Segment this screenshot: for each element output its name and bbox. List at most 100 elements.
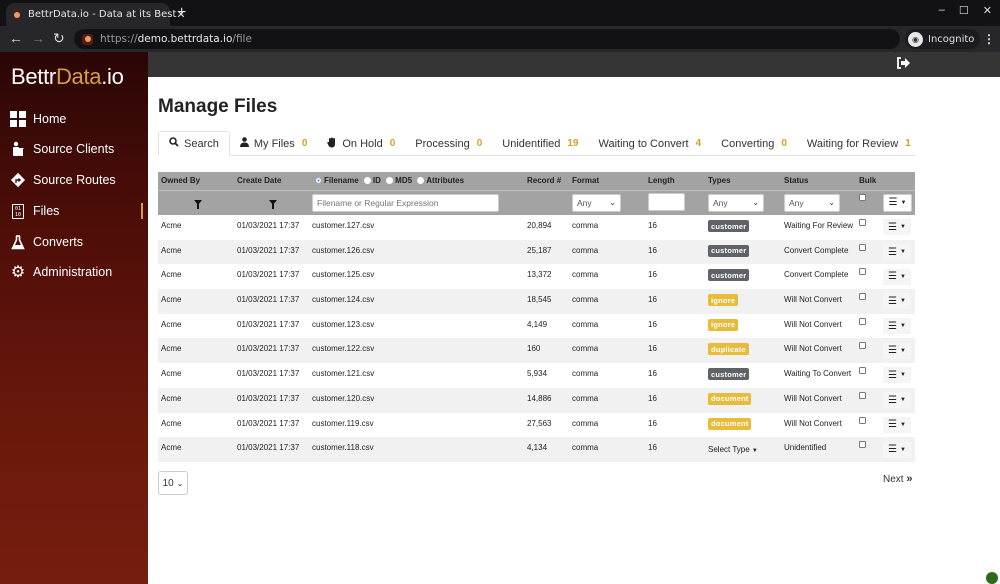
tab-waiting-to-convert[interactable]: Waiting to Convert 4 <box>589 131 712 156</box>
new-tab-icon[interactable]: + <box>177 4 186 22</box>
header-record-count[interactable]: Record # <box>524 172 569 191</box>
sidebar-item-home[interactable]: Home <box>0 107 148 131</box>
chevron-down-icon: ⌄ <box>752 198 759 208</box>
bulk-actions-menu-button[interactable]: ☰ ▼ <box>883 193 912 212</box>
sidebar-item-source-routes[interactable]: Source Routes <box>0 168 148 192</box>
row-actions-menu-button[interactable]: ☰ ▼ <box>883 268 911 285</box>
browser-tab[interactable]: BettrData.io - Data at its Best ✕ <box>6 3 186 26</box>
bulk-select-all-checkbox[interactable] <box>859 193 866 201</box>
sidebar-item-source-clients[interactable]: Source Clients <box>0 137 148 161</box>
cell-filename[interactable]: customer.125.csv <box>309 264 524 289</box>
sidebar-item-converts[interactable]: Converts <box>0 230 148 254</box>
cell-filename[interactable]: customer.119.csv <box>309 413 524 438</box>
tab-converting[interactable]: Converting 0 <box>711 131 797 156</box>
browser-menu-icon[interactable]: ⋮ <box>983 32 995 46</box>
header-status[interactable]: Status <box>781 172 856 191</box>
header-length[interactable]: Length <box>645 172 705 191</box>
search-mode-md5[interactable]: MD5 <box>383 176 412 185</box>
tab-my-files[interactable]: My Files 0 <box>230 131 318 156</box>
caret-down-icon: ▼ <box>900 446 906 453</box>
row-actions-menu-button[interactable]: ☰ ▼ <box>883 293 911 310</box>
row-actions-menu-button[interactable]: ☰ ▼ <box>883 441 911 458</box>
next-page-link[interactable]: Next » <box>883 473 912 485</box>
sidebar-item-administration[interactable]: ⚙ Administration <box>0 260 148 284</box>
row-actions-menu-button[interactable]: ☰ ▼ <box>883 416 911 433</box>
type-badge[interactable]: customer <box>708 220 750 232</box>
type-badge[interactable]: duplicate <box>708 343 749 356</box>
length-filter-input[interactable] <box>648 192 685 211</box>
radio-md5[interactable] <box>386 177 394 185</box>
radio-id[interactable] <box>363 177 371 185</box>
type-badge[interactable]: ignore <box>708 318 739 331</box>
cell-filename[interactable]: customer.124.csv <box>309 289 524 314</box>
radio-attributes[interactable] <box>417 177 425 185</box>
tab-on-hold[interactable]: On Hold 0 <box>317 131 405 156</box>
filename-search-input[interactable] <box>312 193 499 212</box>
types-filter-select[interactable]: Any ⌄ <box>708 193 764 212</box>
row-actions-menu-button[interactable]: ☰ ▼ <box>883 219 911 236</box>
address-bar[interactable]: https://demo.bettrdata.io/file <box>74 29 900 49</box>
table-row: Acme 01/03/2021 17:37 customer.123.csv 4… <box>158 314 915 339</box>
table-row: Acme 01/03/2021 17:37 customer.118.csv 4… <box>158 437 915 462</box>
row-actions-menu-button[interactable]: ☰ ▼ <box>883 392 911 409</box>
radio-label: Attributes <box>426 176 465 186</box>
row-actions-menu-button[interactable]: ☰ ▼ <box>883 367 911 384</box>
bulk-checkbox[interactable] <box>859 268 866 276</box>
type-badge[interactable]: customer <box>708 368 750 381</box>
type-badge[interactable]: document <box>708 417 752 430</box>
page-size-select[interactable]: 10 ⌄ <box>158 471 188 495</box>
cell-filename[interactable]: customer.120.csv <box>309 387 524 413</box>
type-badge[interactable]: customer <box>708 269 750 282</box>
bulk-checkbox[interactable] <box>859 416 866 424</box>
cell-filename[interactable]: customer.123.csv <box>309 314 524 339</box>
tab-processing[interactable]: Processing 0 <box>405 131 492 156</box>
cell-filename[interactable]: customer.126.csv <box>309 239 524 265</box>
format-filter-select[interactable]: Any ⌄ <box>572 193 621 212</box>
tab-label: Waiting to Convert <box>598 137 689 150</box>
search-mode-attributes[interactable]: Attributes <box>414 176 464 185</box>
bulk-checkbox[interactable] <box>859 441 866 449</box>
tab-search[interactable]: Search <box>158 131 230 156</box>
search-mode-filename[interactable]: Filename <box>312 176 359 185</box>
cell-filename[interactable]: customer.122.csv <box>309 338 524 364</box>
bulk-checkbox[interactable] <box>859 342 866 350</box>
type-badge[interactable]: customer <box>708 244 750 257</box>
forward-icon[interactable]: → <box>31 30 45 46</box>
sidebar-item-files[interactable]: 01 10 Files <box>0 199 148 223</box>
tab-count: 0 <box>781 138 787 149</box>
bulk-checkbox[interactable] <box>859 219 866 226</box>
minimize-icon[interactable]: ‒ <box>939 4 945 17</box>
row-actions-menu-button[interactable]: ☰ ▼ <box>883 244 911 261</box>
logo[interactable]: BettrData.io <box>11 64 124 90</box>
close-window-icon[interactable]: ✕ <box>983 4 992 17</box>
header-format[interactable]: Format <box>569 172 645 191</box>
reload-icon[interactable]: ↻ <box>53 30 65 47</box>
bulk-checkbox[interactable] <box>859 317 866 325</box>
bulk-checkbox[interactable] <box>859 293 866 301</box>
tab-waiting-for-review[interactable]: Waiting for Review 1 <box>797 131 921 156</box>
radio-filename[interactable] <box>315 177 322 185</box>
search-mode-id[interactable]: ID <box>361 176 381 185</box>
filter-date-icon[interactable] <box>269 200 277 210</box>
type-badge[interactable]: ignore <box>708 294 739 307</box>
header-types[interactable]: Types <box>705 172 781 191</box>
header-create-date[interactable]: Create Date <box>234 172 309 191</box>
maximize-icon[interactable]: ☐ <box>959 4 969 17</box>
cell-filename[interactable]: customer.121.csv <box>309 363 524 388</box>
cell-filename[interactable]: customer.127.csv <box>309 215 524 240</box>
row-actions-menu-button[interactable]: ☰ ▼ <box>883 318 911 335</box>
bulk-checkbox[interactable] <box>859 367 866 375</box>
cell-filename[interactable]: customer.118.csv <box>309 437 524 462</box>
bulk-checkbox[interactable] <box>859 391 866 399</box>
header-owned-by[interactable]: Owned By <box>158 172 234 191</box>
select-type-dropdown[interactable]: Select Type ▼ <box>708 445 758 454</box>
filter-owner-icon[interactable] <box>193 200 202 210</box>
status-filter-select[interactable]: Any ⌄ <box>784 193 840 212</box>
incognito-badge[interactable]: ◉ Incognito <box>905 29 981 49</box>
logout-icon[interactable] <box>896 57 910 72</box>
type-badge[interactable]: document <box>708 392 752 405</box>
row-actions-menu-button[interactable]: ☰ ▼ <box>883 342 911 359</box>
back-icon[interactable]: ← <box>9 30 23 46</box>
tab-unidentified[interactable]: Unidentified 19 <box>492 131 588 156</box>
bulk-checkbox[interactable] <box>859 243 866 251</box>
